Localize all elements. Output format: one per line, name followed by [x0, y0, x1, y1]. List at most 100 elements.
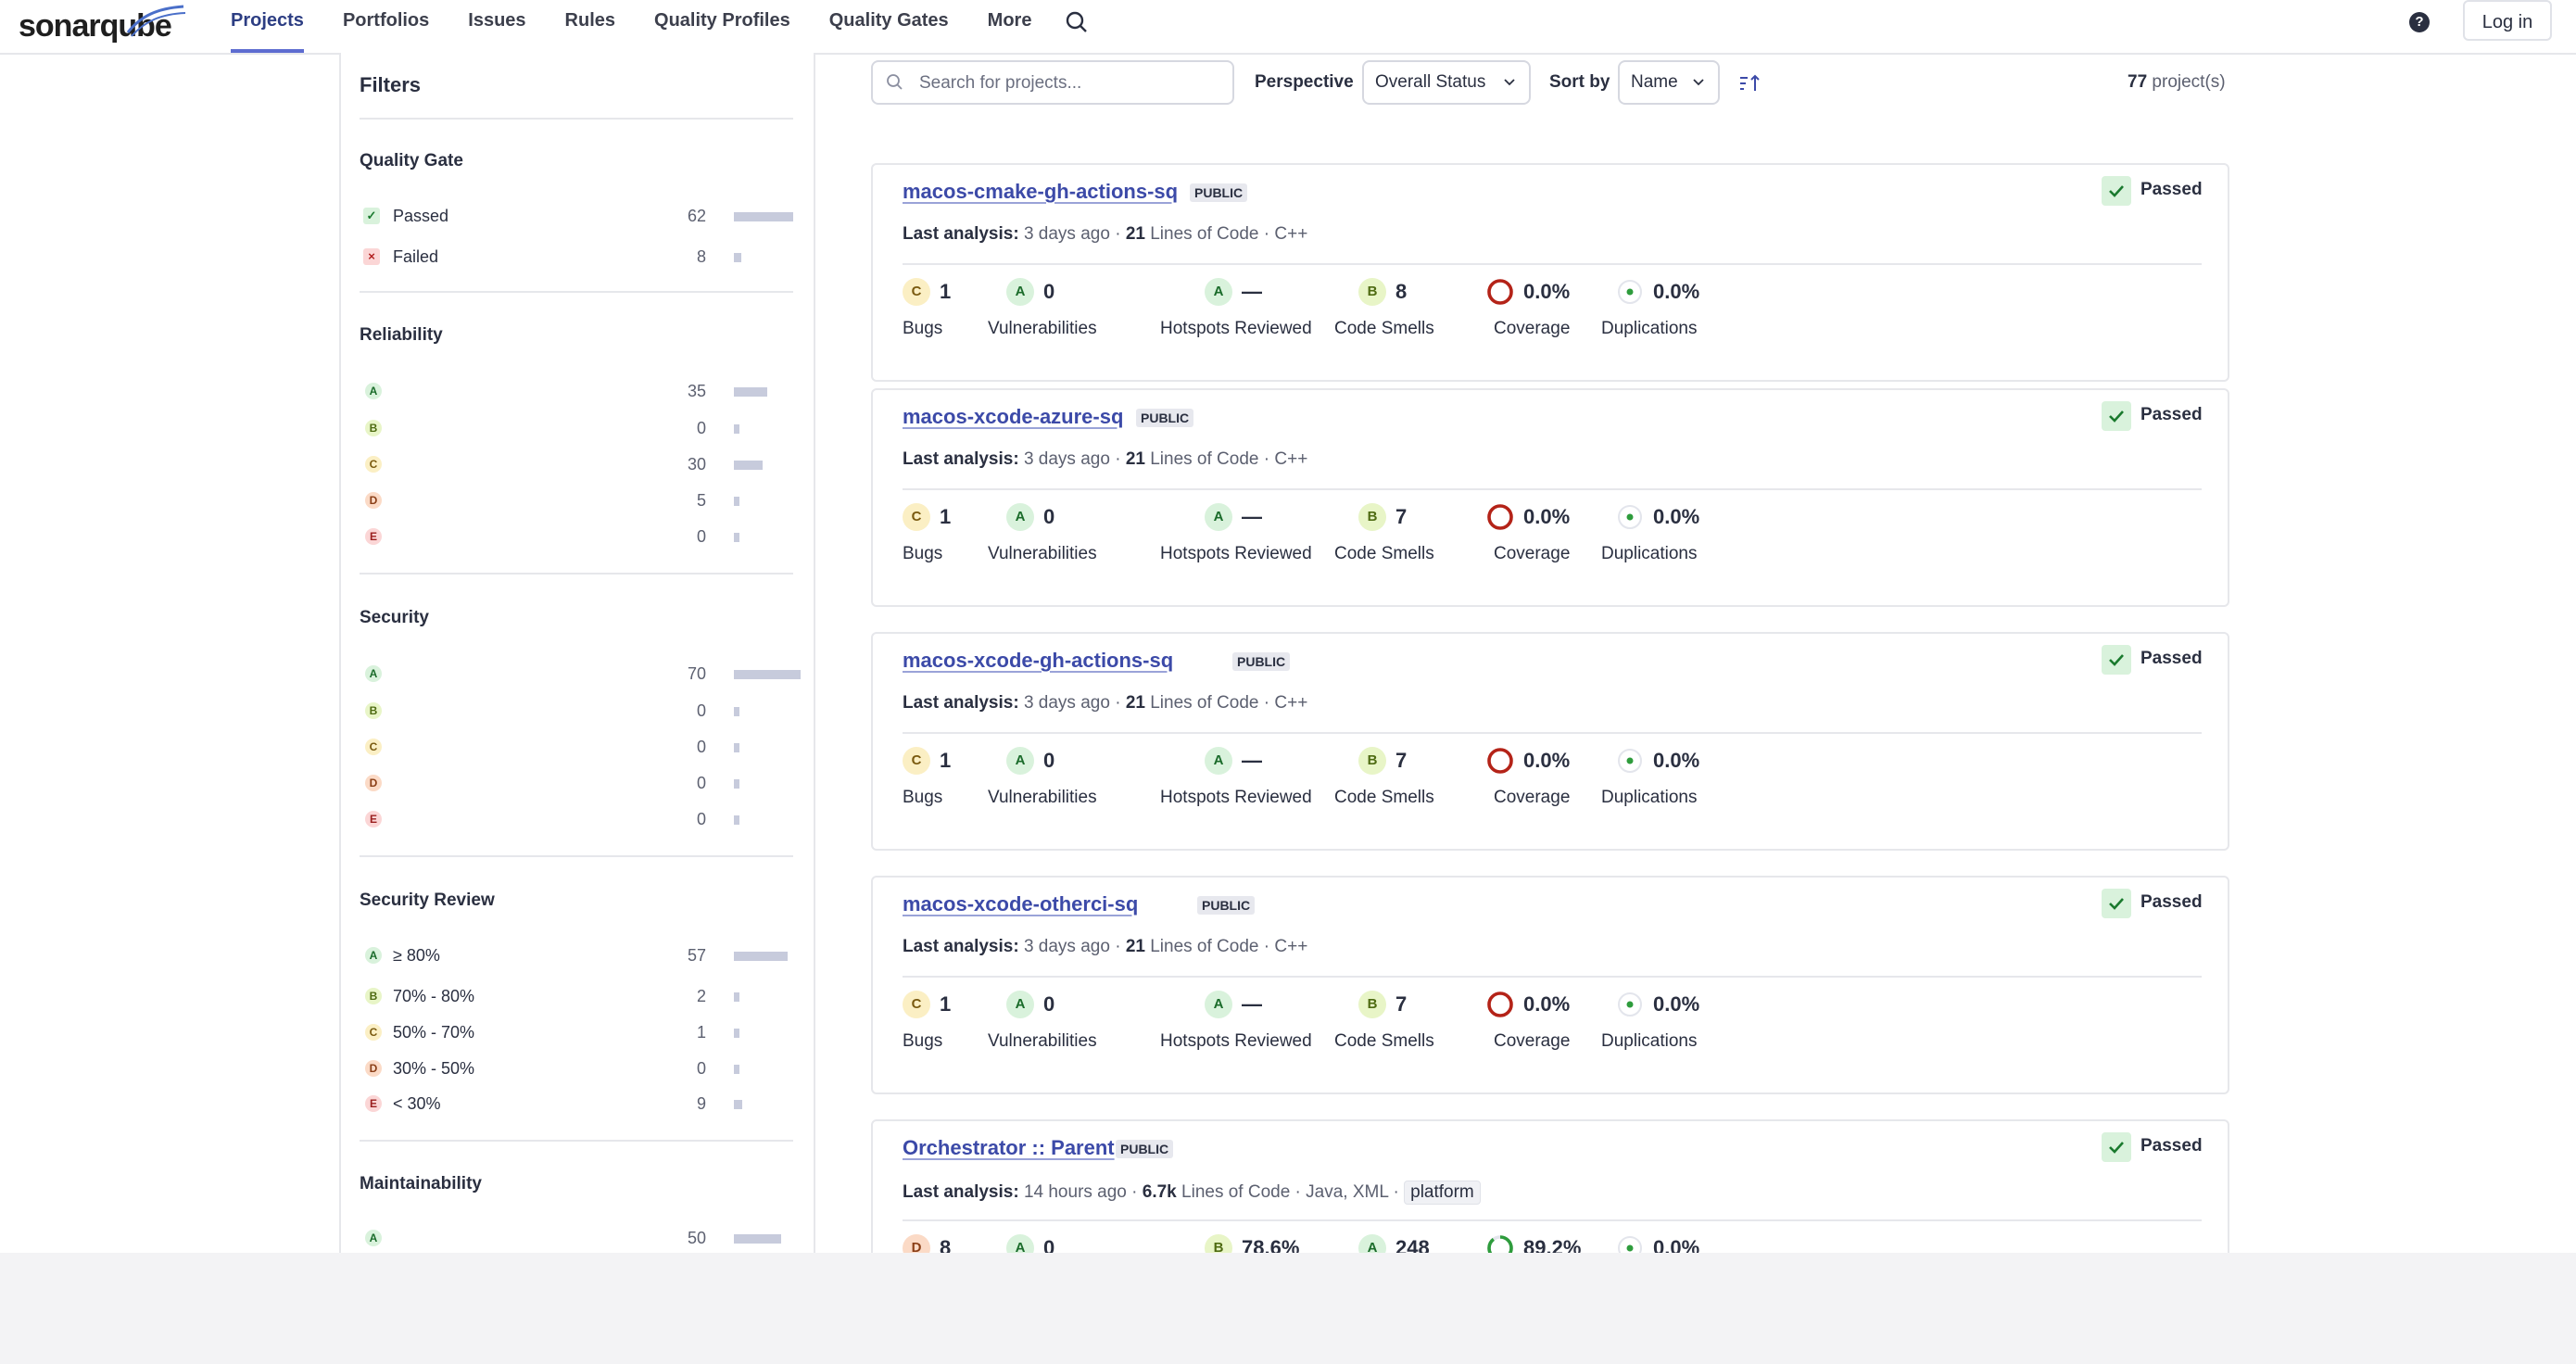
help-icon[interactable]: ? — [2409, 12, 2430, 32]
divider — [903, 732, 2202, 734]
nav-quality-profiles[interactable]: Quality Profiles — [654, 0, 790, 53]
vulnerabilities-value: 0 — [1043, 992, 1055, 1016]
filter-count: 50 — [687, 1229, 706, 1247]
project-name-link[interactable]: macos-xcode-gh-actions-sq — [903, 649, 1173, 673]
filter-reliability-e[interactable]: E 0 — [360, 524, 795, 549]
duplications-label: Duplications — [1601, 544, 1698, 563]
hotspots-value: — — [1242, 280, 1262, 303]
lines-of-code-label: Lines of Code — [1150, 224, 1259, 244]
filter-review-e[interactable]: E < 30% 9 — [360, 1092, 795, 1116]
vulnerabilities-label: Vulnerabilities — [988, 788, 1097, 807]
filter-count: 0 — [696, 1059, 706, 1078]
filter-quality-gate-title: Quality Gate — [360, 151, 463, 170]
perspective-select[interactable]: Overall Status — [1362, 60, 1531, 105]
search-icon — [887, 74, 903, 90]
project-name-link[interactable]: macos-xcode-azure-sq — [903, 405, 1123, 429]
filter-security-b[interactable]: B 0 — [360, 699, 795, 723]
vulnerabilities-value: 0 — [1043, 280, 1055, 303]
bugs-label: Bugs — [903, 319, 943, 338]
sort-select[interactable]: Name — [1618, 60, 1720, 105]
filter-security-e[interactable]: E 0 — [360, 807, 795, 831]
filter-review-c[interactable]: C 50% - 70% 1 — [360, 1020, 795, 1044]
nav-projects[interactable]: Projects — [231, 0, 304, 53]
filter-maintainability-a[interactable]: A 50 — [360, 1226, 795, 1250]
filter-security-d[interactable]: D 0 — [360, 771, 795, 795]
divider — [360, 118, 793, 120]
bugs-value: 8 — [940, 1236, 952, 1253]
nav-more[interactable]: More — [988, 0, 1032, 53]
project-name-link[interactable]: Orchestrator :: Parent — [903, 1136, 1115, 1160]
coverage-ring-icon — [1487, 991, 1513, 1017]
languages: C++ — [1274, 937, 1308, 956]
nav-quality-gates[interactable]: Quality Gates — [829, 0, 949, 53]
filter-reliability-title: Reliability — [360, 325, 443, 345]
filter-reliability-c[interactable]: C 30 — [360, 452, 795, 476]
nav-portfolios[interactable]: Portfolios — [343, 0, 429, 53]
search-icon[interactable] — [1064, 7, 1090, 35]
bugs-grade-badge: D — [903, 1234, 930, 1253]
logo-arc-icon — [126, 5, 186, 37]
filter-bar — [734, 497, 739, 506]
filter-reliability-d[interactable]: D 5 — [360, 488, 795, 512]
filter-bar — [734, 670, 801, 679]
filter-label: ≥ 80% — [393, 946, 440, 965]
filter-review-b[interactable]: B 70% - 80% 2 — [360, 984, 795, 1008]
grade-badge: B — [365, 702, 382, 719]
quality-gate-label: Passed — [2140, 892, 2203, 912]
hotspots-value: — — [1242, 749, 1262, 772]
filter-reliability-b[interactable]: B 0 — [360, 416, 795, 440]
coverage-label: Coverage — [1494, 1031, 1571, 1051]
perspective-label: Perspective — [1255, 72, 1354, 92]
project-count: 77 project(s) — [2128, 72, 2226, 93]
filter-security-c[interactable]: C 0 — [360, 735, 795, 759]
cross-icon: × — [363, 248, 380, 265]
sonarqube-logo[interactable]: sonarqube — [19, 3, 186, 49]
filters-title: Filters — [360, 73, 422, 96]
hotspots-grade-badge: A — [1205, 747, 1232, 775]
nav-rules[interactable]: Rules — [565, 0, 615, 53]
project-card: Orchestrator :: Parent PUBLIC Passed Las… — [871, 1119, 2229, 1253]
filter-qg-passed[interactable]: ✓ Passed 62 — [360, 204, 795, 228]
code-smells-value: 7 — [1395, 749, 1408, 772]
filter-count: 30 — [687, 455, 706, 474]
project-name-link[interactable]: macos-xcode-otherci-sq — [903, 892, 1138, 916]
login-button[interactable]: Log in — [2463, 0, 2552, 41]
project-search-input[interactable] — [917, 68, 1227, 99]
project-tag[interactable]: platform — [1404, 1181, 1481, 1205]
filter-count: 70 — [687, 664, 706, 683]
last-analysis-value: 3 days ago — [1023, 224, 1110, 244]
filter-qg-failed[interactable]: × Failed 8 — [360, 245, 795, 269]
filter-count: 1 — [696, 1023, 706, 1042]
lines-of-code-label: Lines of Code — [1150, 693, 1259, 713]
project-card: macos-xcode-azure-sq PUBLIC Passed Last … — [871, 388, 2229, 607]
coverage-value: 0.0% — [1523, 749, 1571, 772]
filter-reliability-a[interactable]: A 35 — [360, 379, 795, 403]
coverage-ring-icon — [1487, 1235, 1513, 1253]
sort-ascending-icon[interactable] — [1738, 72, 1762, 95]
filter-review-a[interactable]: A ≥ 80% 57 — [360, 943, 795, 967]
hotspots-label: Hotspots Reviewed — [1160, 788, 1312, 807]
grade-badge: D — [365, 492, 382, 509]
lines-of-code: 21 — [1125, 224, 1145, 244]
duplications-dot-icon — [1618, 749, 1642, 773]
coverage-label: Coverage — [1494, 788, 1571, 807]
grade-badge: B — [365, 420, 382, 436]
project-search-field[interactable] — [871, 60, 1234, 105]
lines-of-code-label: Lines of Code — [1150, 449, 1259, 469]
filter-bar — [734, 952, 788, 961]
hotspots-value: — — [1242, 505, 1262, 528]
last-analysis-label: Last analysis: — [903, 693, 1019, 713]
hotspots-label: Hotspots Reviewed — [1160, 1031, 1312, 1051]
coverage-value: 0.0% — [1523, 280, 1571, 303]
vulnerabilities-grade-badge: A — [1006, 278, 1034, 306]
filter-security-a[interactable]: A 70 — [360, 662, 801, 686]
last-analysis-label: Last analysis: — [903, 224, 1019, 244]
bugs-value: 1 — [940, 749, 952, 772]
nav-issues[interactable]: Issues — [468, 0, 525, 53]
code-smells-grade-badge: B — [1358, 991, 1386, 1018]
filter-review-d[interactable]: D 30% - 50% 0 — [360, 1056, 795, 1080]
hotspots-grade-badge: A — [1205, 278, 1232, 306]
grade-badge: E — [365, 811, 382, 827]
project-name-link[interactable]: macos-cmake-gh-actions-sq — [903, 180, 1178, 204]
last-analysis-label: Last analysis: — [903, 449, 1019, 469]
